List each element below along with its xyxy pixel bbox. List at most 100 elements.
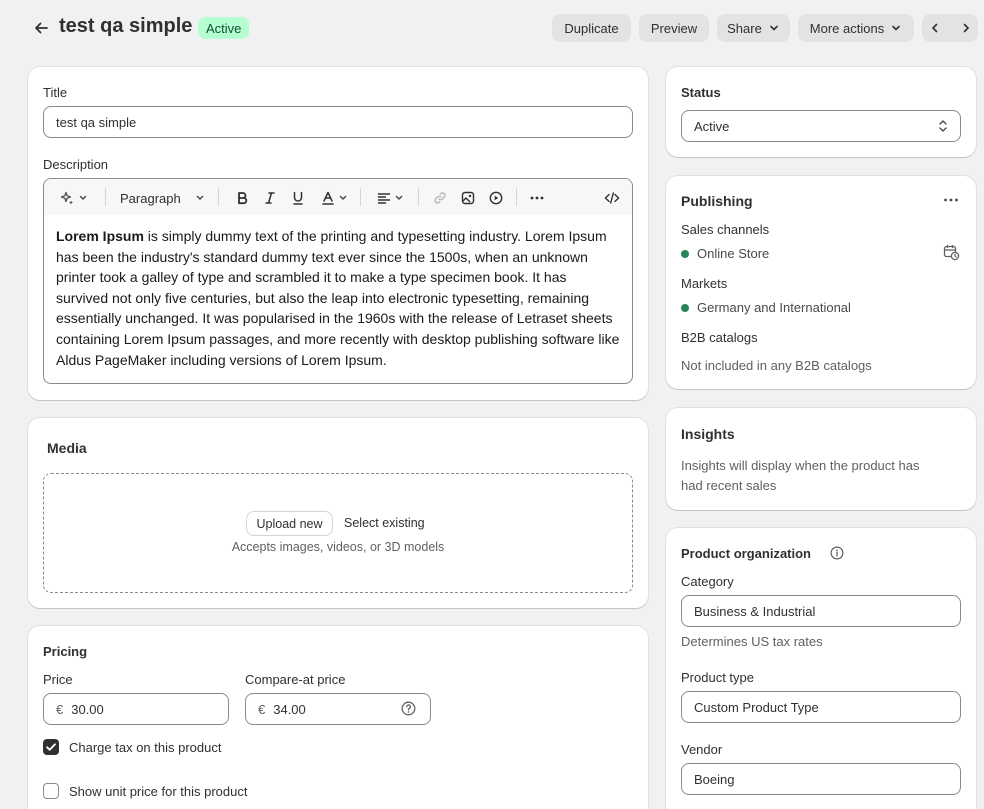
image-icon — [461, 191, 475, 205]
description-text[interactable]: Lorem Ipsum is simply dummy text of the … — [56, 226, 628, 370]
media-dropzone[interactable] — [43, 473, 633, 593]
more-actions-button[interactable]: More actions — [798, 14, 914, 42]
chevron-down-icon — [339, 195, 346, 201]
toolbar-divider — [516, 188, 517, 206]
unit-price-label[interactable]: Show unit price for this product — [69, 784, 247, 799]
status-select[interactable]: Active — [681, 110, 961, 142]
status-dot — [681, 304, 689, 312]
bold-button[interactable] — [232, 188, 252, 208]
charge-tax-label[interactable]: Charge tax on this product — [69, 740, 221, 755]
vendor-input[interactable]: Boeing — [681, 763, 961, 795]
status-dot — [681, 250, 689, 258]
category-hint: Determines US tax rates — [681, 634, 823, 649]
chevron-down-icon — [79, 195, 87, 201]
select-existing-link[interactable]: Select existing — [344, 516, 425, 530]
more-horizontal-icon — [944, 198, 958, 202]
more-actions-label: More actions — [809, 20, 885, 36]
description-line: has been the industry's standard dummy t… — [56, 248, 588, 265]
text-color-icon — [321, 191, 334, 205]
chevron-down-icon — [395, 195, 402, 201]
title-label: Title — [43, 85, 68, 100]
paragraph-style-select[interactable]: Paragraph — [120, 189, 205, 207]
code-icon — [604, 192, 620, 204]
duplicate-button[interactable]: Duplicate — [552, 14, 631, 42]
insights-heading: Insights — [681, 426, 735, 442]
publishing-menu-button[interactable] — [940, 192, 962, 208]
bold-icon — [238, 192, 248, 205]
markets-label: Markets — [681, 276, 728, 291]
next-product-button[interactable] — [959, 21, 973, 35]
category-label: Category — [681, 574, 734, 589]
share-label: Share — [727, 20, 762, 36]
toolbar-divider — [360, 188, 361, 206]
back-button[interactable] — [30, 17, 52, 39]
media-hint: Accepts images, videos, or 3D models — [231, 540, 445, 554]
paragraph-style-label: Paragraph — [120, 190, 181, 206]
status-badge: Active — [198, 17, 250, 39]
product-type-value: Custom Product Type — [694, 699, 819, 715]
more-horizontal-icon — [530, 196, 544, 200]
title-input[interactable]: test qa simple — [43, 106, 633, 138]
price-input[interactable]: € 30.00 — [43, 693, 229, 725]
pricing-heading: Pricing — [43, 644, 88, 659]
description-editor[interactable]: Paragraph Lorem Ipsum is simply dummy te… — [43, 178, 633, 384]
product-organization-heading: Product organization — [681, 546, 811, 561]
description-line-text: is simply dummy text of the printing and… — [143, 228, 607, 244]
status-select-value: Active — [694, 118, 730, 134]
description-label: Description — [43, 157, 109, 172]
previous-product-button[interactable] — [928, 21, 942, 35]
link-icon — [434, 192, 446, 204]
price-value: 30.00 — [71, 701, 104, 717]
underline-button[interactable] — [288, 188, 308, 208]
publishing-heading: Publishing — [681, 193, 753, 209]
charge-tax-checkbox[interactable] — [43, 739, 59, 755]
link-button[interactable] — [430, 188, 450, 208]
share-button[interactable]: Share — [717, 14, 790, 42]
upload-new-label: Upload new — [256, 516, 323, 531]
description-line: essentially unchanged. It was popularise… — [56, 310, 613, 327]
description-line: Lorem Ipsum is simply dummy text of the … — [56, 226, 628, 247]
page-title: test qa simple — [59, 15, 193, 37]
product-type-label: Product type — [681, 670, 754, 685]
schedule-button[interactable] — [943, 244, 960, 261]
sales-channel-online-store: Online Store — [697, 246, 770, 261]
italic-button[interactable] — [260, 188, 280, 208]
description-line: containing Lorem Ipsum passages, and mor… — [56, 330, 620, 347]
price-label: Price — [43, 672, 73, 687]
text-color-button[interactable] — [318, 188, 350, 208]
compare-at-price-value: 34.00 — [273, 701, 306, 717]
italic-icon — [265, 192, 275, 204]
chevron-down-icon — [892, 25, 901, 31]
toolbar-divider — [418, 188, 419, 206]
preview-button[interactable]: Preview — [639, 14, 709, 42]
insert-video-button[interactable] — [486, 188, 506, 208]
organization-info-button[interactable] — [830, 546, 844, 560]
vendor-value: Boeing — [694, 771, 735, 787]
compare-at-help-button[interactable] — [401, 701, 416, 716]
arrow-left-icon — [35, 22, 48, 34]
description-line: Aldus PageMaker including versions of Lo… — [56, 351, 387, 368]
product-type-input[interactable]: Custom Product Type — [681, 691, 961, 723]
underline-icon — [293, 191, 303, 205]
description-line: printer took a galley of type and scramb… — [56, 269, 567, 286]
category-value: Business & Industrial — [694, 603, 816, 619]
more-formatting-button[interactable] — [527, 188, 547, 208]
category-input[interactable]: Business & Industrial — [681, 595, 961, 627]
align-button[interactable] — [374, 188, 406, 208]
duplicate-label: Duplicate — [564, 20, 619, 36]
title-value: test qa simple — [56, 114, 137, 130]
ai-magic-button[interactable] — [56, 189, 92, 207]
compare-at-price-label: Compare-at price — [245, 672, 346, 687]
sales-channels-label: Sales channels — [681, 222, 770, 237]
insights-text-line1: Insights will display when the product h… — [681, 458, 920, 473]
question-circle-icon — [401, 701, 416, 716]
toolbar-divider — [105, 188, 106, 206]
unit-price-checkbox[interactable] — [43, 783, 59, 799]
chevron-down-icon — [196, 195, 203, 201]
html-source-button[interactable] — [602, 188, 622, 208]
media-heading: Media — [47, 440, 87, 456]
currency-symbol: € — [56, 701, 64, 717]
upload-new-button[interactable]: Upload new — [247, 512, 332, 535]
toolbar-divider — [218, 188, 219, 206]
insert-image-button[interactable] — [458, 188, 478, 208]
